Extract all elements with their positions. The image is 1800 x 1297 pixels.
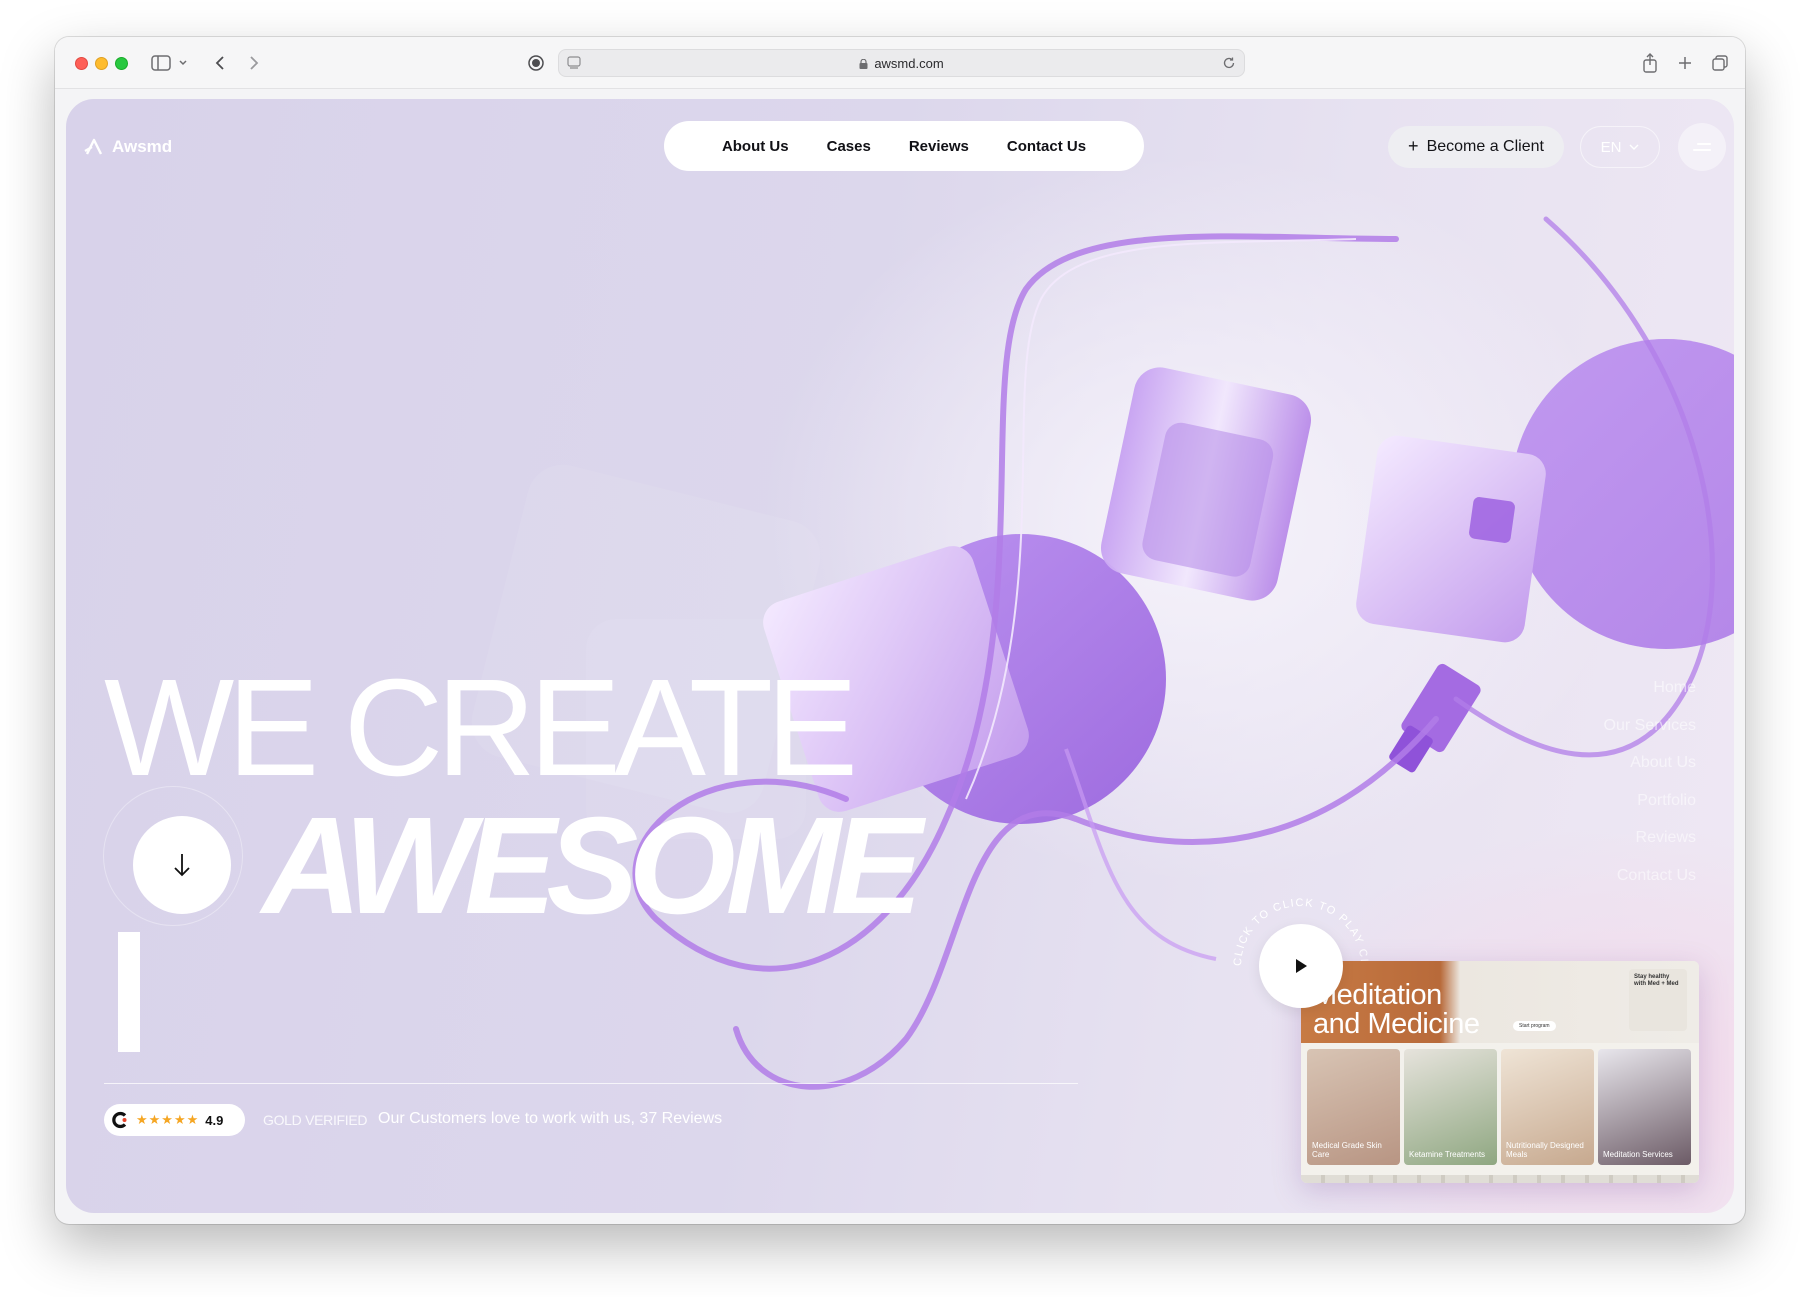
browser-toolbar: awsmd.com <box>55 37 1745 89</box>
browser-window: awsmd.com CLICK TO CLICK TO PLAY C Awsmd… <box>55 37 1745 1224</box>
close-window-button[interactable] <box>75 57 88 70</box>
nav-cases[interactable]: Cases <box>827 138 871 155</box>
side-nav-about-us[interactable]: About Us <box>1604 744 1696 782</box>
become-client-label: Become a Client <box>1426 138 1544 155</box>
rating-badge[interactable]: ★★★★★ 4.9 <box>104 1104 245 1136</box>
typing-cursor <box>118 932 140 1052</box>
brand-logo[interactable]: Awsmd <box>84 137 172 157</box>
thumb-caption: Nutritionally Designed Meals <box>1506 1141 1584 1159</box>
thumb-skin-care: Medical Grade Skin Care <box>1307 1049 1400 1165</box>
address-bar[interactable]: awsmd.com <box>558 49 1245 77</box>
tabs-icon[interactable] <box>1710 51 1730 75</box>
sidebar-toggle-icon[interactable] <box>150 51 172 75</box>
plus-icon: + <box>1408 135 1419 156</box>
scroll-down-button[interactable] <box>133 816 231 914</box>
video-title-line-2: and Medicine <box>1313 1008 1480 1040</box>
brand-name: Awsmd <box>112 137 173 156</box>
video-preview-card[interactable]: Meditation and Medicine Stay healthy wit… <box>1301 961 1699 1183</box>
lock-icon <box>859 59 868 69</box>
video-thumbnails: Medical Grade Skin Care Ketamine Treatme… <box>1307 1049 1691 1165</box>
thumb-caption: Ketamine Treatments <box>1409 1150 1486 1159</box>
side-nav-contact-us[interactable]: Contact Us <box>1604 857 1696 895</box>
url-text: awsmd.com <box>874 55 944 71</box>
play-icon <box>1296 959 1307 973</box>
language-label: EN <box>1600 138 1622 156</box>
page-canvas: CLICK TO CLICK TO PLAY CLICK TO PLAY Aws… <box>66 99 1734 1213</box>
chevron-down-icon <box>1629 144 1639 150</box>
thumb-ketamine: Ketamine Treatments <box>1404 1049 1497 1165</box>
logo-icon <box>84 138 103 155</box>
video-card-footer-strip <box>1301 1175 1699 1183</box>
hero-line-1: WE CREATE <box>104 651 858 805</box>
back-icon[interactable] <box>212 51 228 75</box>
start-program-pill: Start program <box>1513 1021 1556 1031</box>
nav-reviews[interactable]: Reviews <box>909 138 969 155</box>
side-nav-our-services[interactable]: Our Services <box>1604 707 1696 745</box>
share-icon[interactable] <box>1640 51 1660 75</box>
nav-about-us[interactable]: About Us <box>722 138 789 155</box>
shield-icon[interactable] <box>527 51 545 75</box>
main-nav: About Us Cases Reviews Contact Us <box>664 121 1144 171</box>
video-side-title: Stay healthy with Med + Med <box>1634 974 1679 987</box>
customers-reviews-text[interactable]: Our Customers love to work with us, 37 R… <box>378 1110 722 1128</box>
play-video-button[interactable] <box>1259 924 1343 1008</box>
nav-contact-us[interactable]: Contact Us <box>1007 138 1086 155</box>
video-card-title: Meditation and Medicine <box>1313 981 1480 1039</box>
become-client-button[interactable]: + Become a Client <box>1388 126 1564 168</box>
zoom-window-button[interactable] <box>115 57 128 70</box>
gold-verified-label: GOLD VERIFIED <box>263 1112 368 1128</box>
clutch-logo-icon <box>112 1111 127 1129</box>
side-nav-home[interactable]: Home <box>1604 669 1696 707</box>
star-icon: ★★★★★ <box>136 1112 200 1127</box>
forward-icon[interactable] <box>246 51 262 75</box>
hero-line-2: AWESOME <box>262 789 923 943</box>
menu-icon <box>1693 143 1711 151</box>
arrow-down-icon <box>174 854 190 877</box>
language-selector[interactable]: EN <box>1580 126 1660 168</box>
side-nav-reviews[interactable]: Reviews <box>1604 819 1696 857</box>
side-nav-portfolio[interactable]: Portfolio <box>1604 782 1696 820</box>
thumb-meditation: Meditation Services <box>1598 1049 1691 1165</box>
rating-score: 4.9 <box>205 1112 224 1128</box>
thumb-meals: Nutritionally Designed Meals <box>1501 1049 1594 1165</box>
side-nav: Home Our Services About Us Portfolio Rev… <box>1604 669 1696 894</box>
video-card-side-panel: Stay healthy with Med + Med <box>1629 969 1687 1031</box>
thumb-caption: Medical Grade Skin Care <box>1312 1141 1382 1159</box>
chevron-down-icon[interactable] <box>177 51 189 75</box>
page-icon <box>567 56 581 73</box>
minimize-window-button[interactable] <box>95 57 108 70</box>
hero-divider <box>104 1083 1078 1084</box>
new-tab-icon[interactable] <box>1675 51 1695 75</box>
reload-icon[interactable] <box>1222 56 1236 73</box>
menu-button[interactable] <box>1678 123 1726 171</box>
thumb-caption: Meditation Services <box>1603 1150 1673 1159</box>
